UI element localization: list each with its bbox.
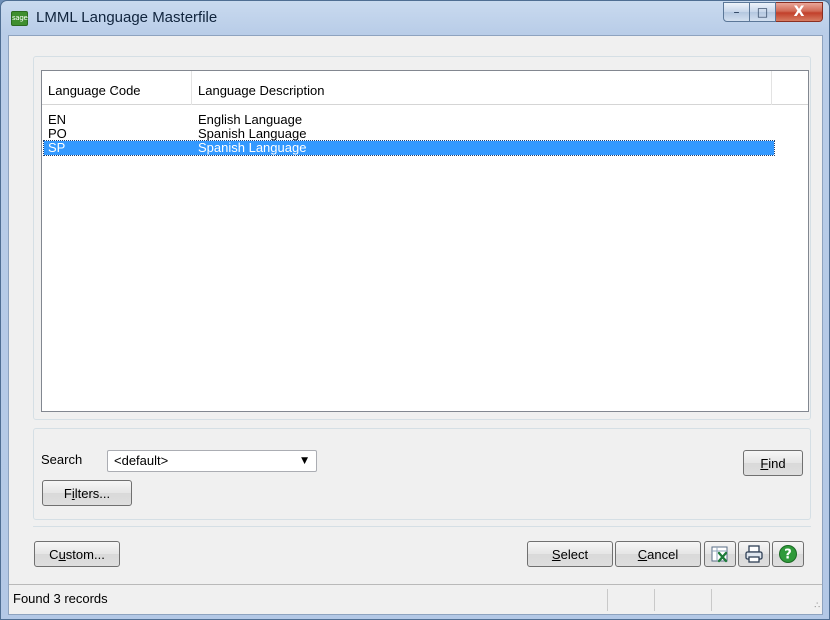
find-accel: F — [760, 455, 769, 471]
search-dropdown[interactable]: <default> ▼ — [107, 450, 317, 472]
search-group — [33, 428, 811, 520]
cell-language-description: Spanish Language — [198, 126, 307, 141]
print-button[interactable] — [738, 541, 770, 567]
custom-button[interactable]: Cu stom... — [34, 541, 120, 567]
find-button[interactable]: Find — [743, 450, 803, 476]
records-grid[interactable]: Language Code ˄ Language Description EN … — [41, 70, 809, 412]
status-text: Found 3 records — [13, 591, 108, 606]
title-bar[interactable]: sage LMML Language Masterfile – □ X — [1, 1, 829, 35]
filters-label-pre: F — [63, 485, 72, 501]
status-bar: Found 3 records ∴ — [9, 584, 822, 614]
search-label: Search — [41, 452, 83, 467]
table-row[interactable]: EN English Language — [44, 113, 774, 127]
excel-export-icon — [711, 546, 728, 563]
divider — [33, 526, 811, 527]
help-button[interactable]: ? — [772, 541, 804, 567]
grid-header: Language Code ˄ Language Description — [42, 71, 808, 105]
table-row-selected[interactable]: SP Spanish Language — [43, 140, 775, 156]
dialog-body: Language Code ˄ Language Description EN … — [8, 35, 823, 615]
minimize-icon: – — [733, 5, 740, 19]
status-panel — [607, 589, 608, 611]
window-title: LMML Language Masterfile — [36, 9, 218, 26]
cell-language-code: EN — [48, 112, 67, 127]
minimize-button[interactable]: – — [723, 2, 750, 22]
maximize-icon: □ — [756, 5, 769, 19]
maximize-button[interactable]: □ — [750, 2, 776, 22]
custom-label-pre: C — [49, 546, 59, 562]
status-panel — [654, 589, 655, 611]
column-header-language-description[interactable]: Language Description — [192, 71, 772, 105]
select-button[interactable]: Select — [527, 541, 613, 567]
sort-ascending-icon: ˄ — [114, 88, 119, 98]
filters-button[interactable]: Fi lters... — [42, 480, 132, 506]
column-header-label: Language Description — [198, 83, 325, 98]
table-row[interactable]: PO Spanish Language — [44, 127, 774, 141]
export-excel-button[interactable] — [704, 541, 736, 567]
help-icon: ? — [779, 545, 797, 563]
cancel-accel: C — [637, 546, 648, 562]
close-button[interactable]: X — [776, 2, 823, 22]
status-panel — [711, 589, 712, 611]
cancel-label: ancel — [647, 546, 679, 562]
close-icon: X — [793, 4, 805, 20]
sage-app-icon[interactable]: sage — [11, 11, 28, 26]
find-label: ind — [768, 455, 786, 471]
column-header-language-code[interactable]: Language Code ˄ — [42, 71, 192, 105]
column-header-label: Language Code — [48, 83, 141, 98]
select-label: elect — [560, 546, 589, 562]
chevron-down-icon: ▼ — [301, 456, 308, 466]
custom-accel: u — [58, 546, 66, 562]
caption-buttons: – □ X — [723, 2, 823, 22]
svg-text:?: ? — [784, 548, 792, 563]
cell-language-description: Spanish Language — [198, 140, 307, 155]
cancel-button[interactable]: Cancel — [615, 541, 701, 567]
app-window: sage LMML Language Masterfile – □ X Lang… — [0, 0, 830, 620]
resize-grip-icon[interactable]: ∴ — [814, 601, 820, 611]
cell-language-code: PO — [48, 126, 67, 141]
cell-language-description: English Language — [198, 112, 303, 127]
printer-icon — [745, 545, 763, 563]
select-accel: S — [551, 546, 561, 562]
custom-label: stom... — [65, 546, 105, 562]
filters-label: lters... — [74, 485, 111, 501]
cell-language-code: SP — [48, 140, 66, 155]
search-dropdown-value: <default> — [114, 453, 169, 468]
